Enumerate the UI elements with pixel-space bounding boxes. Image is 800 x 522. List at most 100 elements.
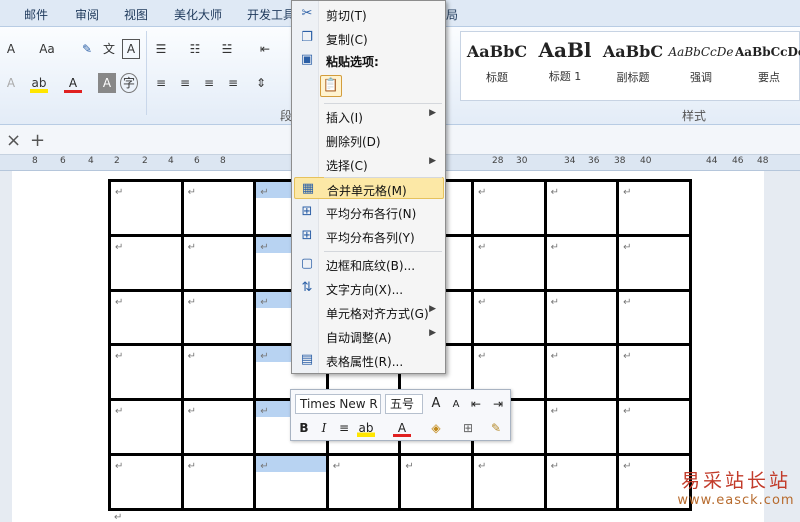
- tab-view[interactable]: 视图: [124, 6, 148, 23]
- table-cell[interactable]: ↵: [543, 452, 620, 511]
- shrink-font-button[interactable]: A: [2, 39, 20, 59]
- table-cell[interactable]: ↵: [180, 288, 257, 347]
- justify-icon[interactable]: ≡: [224, 73, 242, 93]
- style-emphasis[interactable]: AaBbCcDe 强调: [667, 32, 735, 100]
- font-color-button[interactable]: A: [64, 73, 82, 93]
- tab-mailings[interactable]: 邮件: [24, 6, 48, 23]
- menu-item[interactable]: ❐ 复制(C): [294, 27, 444, 49]
- table-cell[interactable]: ↵: [543, 398, 620, 456]
- line-spacing-icon[interactable]: ⇕: [252, 73, 270, 93]
- phonetic-button[interactable]: 文: [100, 39, 118, 59]
- numbering-icon[interactable]: ☷: [186, 39, 204, 59]
- table-cell[interactable]: ↵: [470, 452, 547, 511]
- table-cell[interactable]: ↵: [180, 179, 257, 237]
- table-cell[interactable]: ↵: [108, 398, 184, 456]
- menu-item[interactable]: ▤ 表格属性(R)...: [294, 349, 444, 371]
- align-right-icon[interactable]: ≡: [200, 73, 218, 93]
- font-color-button[interactable]: A: [393, 419, 411, 437]
- distribute-columns-icon: ⊞: [301, 228, 313, 243]
- menu-item-label: 单元格对齐方式(G): [326, 307, 429, 321]
- table-cell[interactable]: ↵: [616, 343, 692, 402]
- table-cell[interactable]: ↵: [108, 288, 184, 347]
- table-cell[interactable]: ↵: [398, 452, 474, 511]
- cell-end-mark: ↵: [405, 460, 414, 472]
- increase-indent-icon[interactable]: ⇥: [489, 395, 507, 413]
- table-cell[interactable]: ↵: [180, 343, 257, 402]
- menu-item[interactable]: ⊞ 平均分布各列(Y): [294, 225, 444, 247]
- table-cell[interactable]: ↵: [470, 179, 547, 237]
- tab-layout[interactable]: 局: [446, 6, 458, 23]
- table-cell[interactable]: ↵: [180, 452, 257, 511]
- shrink-font-button[interactable]: A: [447, 396, 465, 414]
- center-align-button[interactable]: ≡: [335, 419, 353, 437]
- decrease-indent-icon[interactable]: ⇤: [467, 395, 485, 413]
- align-center-icon[interactable]: ≡: [176, 73, 194, 93]
- menu-item[interactable]: ▣ 粘贴选项:: [294, 49, 444, 71]
- decrease-indent-icon[interactable]: ⇤: [256, 39, 274, 59]
- paste-keep-format-button[interactable]: 📋: [320, 75, 342, 97]
- table-cell[interactable]: ↵: [180, 233, 257, 292]
- mini-toolbar: Times New R 五号 A A ⇤ ⇥ B I ≡ ab A ◈ ⊞ ✎: [290, 389, 511, 441]
- menu-item[interactable]: ✂ 剪切(T): [294, 3, 444, 25]
- ruler-tick-label: 4: [168, 156, 174, 166]
- borders-icon[interactable]: ⊞: [459, 419, 477, 437]
- style-key-point[interactable]: AaBbCcDc 要点: [735, 32, 800, 100]
- text-effect-button[interactable]: A: [2, 73, 20, 93]
- italic-button[interactable]: I: [315, 419, 333, 437]
- tab-developer[interactable]: 开发工具: [247, 6, 295, 23]
- tab-review[interactable]: 审阅: [75, 6, 99, 23]
- align-left-icon[interactable]: ≡: [152, 73, 170, 93]
- menu-item[interactable]: ▢ 边框和底纹(B)...: [294, 253, 444, 275]
- menu-item[interactable]: 选择(C) ▶: [294, 153, 444, 175]
- table-cell[interactable]: ↵: [108, 452, 184, 511]
- table-cell[interactable]: ↵: [616, 288, 692, 347]
- phonetic-guide-icon[interactable]: ✎: [78, 39, 96, 59]
- font-size-combo[interactable]: 五号: [385, 394, 423, 414]
- highlight-button[interactable]: ab: [357, 419, 375, 437]
- menu-item[interactable]: 删除列(D): [294, 129, 444, 151]
- table-cell[interactable]: ↵: [616, 398, 692, 456]
- menu-item-label: 剪切(T): [326, 9, 367, 23]
- table-cell[interactable]: ↵: [470, 233, 547, 292]
- style-heading-1[interactable]: AaBl 标题 1: [531, 32, 599, 100]
- menu-item[interactable]: ⊞ 平均分布各行(N): [294, 201, 444, 223]
- table-cell[interactable]: ↵: [108, 179, 184, 237]
- table-cell[interactable]: ↵: [543, 179, 620, 237]
- table-cell[interactable]: ↵: [180, 398, 257, 456]
- bullets-icon[interactable]: ☰: [152, 39, 170, 59]
- font-name-combo[interactable]: Times New R: [295, 394, 381, 414]
- style-title[interactable]: AaBbC 标题: [463, 32, 531, 100]
- bold-button[interactable]: B: [295, 419, 313, 437]
- format-painter-icon[interactable]: ✎: [487, 419, 505, 437]
- menu-item[interactable]: 单元格对齐方式(G) ▶: [294, 301, 444, 323]
- tab-beautify-master[interactable]: 美化大师: [174, 6, 222, 23]
- table-cell[interactable]: ↵: [470, 288, 547, 347]
- style-subtitle[interactable]: AaBbC 副标题: [599, 32, 667, 100]
- menu-item[interactable]: ⇅ 文字方向(X)...: [294, 277, 444, 299]
- close-icon[interactable]: ×: [6, 130, 21, 151]
- table-cell[interactable]: ↵: [253, 452, 329, 511]
- table-cell[interactable]: ↵: [108, 233, 184, 292]
- table-cell[interactable]: ↵: [616, 233, 692, 292]
- menu-item[interactable]: 插入(I) ▶: [294, 105, 444, 127]
- add-icon[interactable]: +: [30, 130, 45, 151]
- table-cell[interactable]: ↵: [108, 343, 184, 402]
- highlight-button[interactable]: ab: [30, 73, 48, 93]
- menu-item[interactable]: ▦ 合并单元格(M): [294, 177, 444, 199]
- grow-font-button[interactable]: A: [427, 395, 445, 413]
- multilevel-list-icon[interactable]: ☱: [218, 39, 236, 59]
- ribbon-separator: [146, 31, 147, 115]
- enclose-character-button[interactable]: 字: [120, 73, 138, 93]
- table-cell[interactable]: ↵: [543, 343, 620, 402]
- borders-icon: ▢: [300, 256, 314, 271]
- table-cell[interactable]: ↵: [616, 179, 692, 237]
- menu-item[interactable]: 自动调整(A) ▶: [294, 325, 444, 347]
- change-case-button[interactable]: Aa: [38, 39, 56, 59]
- table-cell[interactable]: ↵: [325, 452, 402, 511]
- cell-end-mark: ↵: [550, 241, 559, 253]
- character-shading-button[interactable]: A: [98, 73, 116, 93]
- table-cell[interactable]: ↵: [543, 233, 620, 292]
- character-border-button[interactable]: A: [122, 39, 140, 59]
- table-cell[interactable]: ↵: [543, 288, 620, 347]
- shading-fill-icon[interactable]: ◈: [427, 419, 445, 437]
